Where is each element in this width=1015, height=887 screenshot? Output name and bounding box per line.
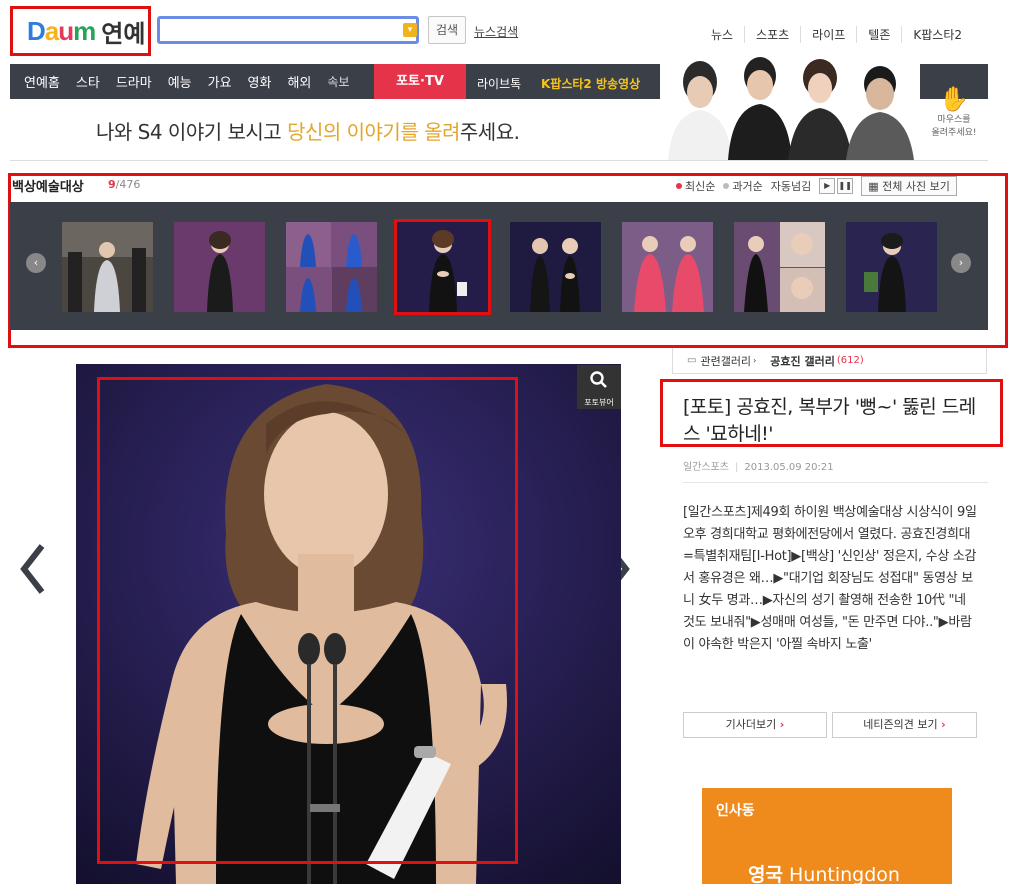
gallery-icon: ▭ — [687, 355, 697, 366]
magnifier-icon — [590, 371, 607, 388]
daum-logo[interactable]: Daum 연예 — [10, 6, 151, 56]
top-nav-life[interactable]: 라이프 — [800, 26, 856, 43]
read-more-button[interactable]: 기사더보기 › — [683, 712, 827, 738]
gallery-thumb-selected[interactable] — [394, 219, 491, 315]
top-nav-news[interactable]: 뉴스 — [700, 26, 744, 43]
strip-prev-arrow-icon[interactable]: ‹ — [26, 253, 46, 273]
sort-latest[interactable]: 최신순 — [676, 178, 715, 194]
article-summary: [일간스포츠]제49회 하이원 백상예술대상 시상식이 9일오후 경희대학교 평… — [683, 505, 977, 652]
gallery-controls: 최신순 과거순 자동넘김 ▶ ❚❚ ▦ 전체 사진 보기 — [676, 176, 957, 196]
active-dot-icon — [676, 183, 682, 189]
grid-icon: ▦ — [868, 180, 883, 193]
nav-music[interactable]: 가요 — [208, 72, 232, 91]
auto-play-label: 자동넘김 — [770, 180, 812, 193]
banner-people-image[interactable] — [660, 52, 920, 160]
gallery-thumb[interactable] — [846, 222, 937, 312]
comments-button[interactable]: 네티즌의견 보기 › — [832, 712, 977, 738]
search-button[interactable]: 검색 — [428, 16, 466, 44]
gallery-thumb[interactable] — [286, 222, 377, 312]
prev-photo-arrow-icon[interactable] — [18, 540, 48, 598]
play-icon[interactable]: ▶ — [819, 178, 836, 194]
photo-viewer-button[interactable]: 포토뷰어 — [577, 365, 621, 409]
pause-icon[interactable]: ❚❚ — [837, 178, 854, 194]
daum-wordmark: Daum — [27, 15, 96, 46]
related-gallery-link[interactable]: 공효진 갤러리 — [770, 353, 835, 369]
photo-highlight-box — [97, 377, 518, 864]
nav-star[interactable]: 스타 — [76, 72, 100, 91]
top-nav: 뉴스 스포츠 라이프 텔존 K팝스타2 — [700, 26, 973, 43]
section-title: 연예 — [101, 19, 146, 48]
film-strip — [10, 202, 988, 330]
nav-movie[interactable]: 영화 — [248, 72, 272, 91]
nav-overseas[interactable]: 해외 — [287, 72, 311, 91]
ad-banner[interactable]: 인사동 영국 Huntingdon — [702, 788, 952, 886]
gallery-title: 백상예술대상 — [12, 180, 84, 195]
top-nav-telzone[interactable]: 텔존 — [856, 26, 901, 43]
sort-past[interactable]: 과거순 — [723, 178, 763, 194]
news-search-link[interactable]: 뉴스검색 — [474, 23, 518, 40]
nav-live-talk[interactable]: 라이브톡 — [477, 75, 521, 92]
gallery-thumb[interactable] — [734, 222, 825, 312]
gallery-thumb[interactable] — [622, 222, 713, 312]
gallery-thumb[interactable] — [62, 222, 153, 312]
gallery-thumb[interactable] — [174, 222, 265, 312]
top-nav-kpopstar[interactable]: K팝스타2 — [901, 26, 973, 43]
nav-photo-tv[interactable]: 포토·TV — [374, 64, 466, 99]
nav-breaking[interactable]: 속보 — [327, 73, 349, 90]
search-input[interactable] — [157, 16, 419, 44]
related-gallery-count: (612) — [836, 355, 864, 366]
article-source: 일간스포츠 | 2013.05.09 20:21 — [683, 462, 834, 473]
view-all-photos-button[interactable]: ▦ 전체 사진 보기 — [861, 176, 957, 196]
divider — [683, 482, 988, 483]
chevron-right-icon: › — [753, 356, 757, 365]
strip-next-arrow-icon[interactable]: › — [951, 253, 971, 273]
top-nav-sports[interactable]: 스포츠 — [744, 26, 800, 43]
search-option-icon[interactable]: ▾ — [403, 23, 417, 37]
nav-variety[interactable]: 예능 — [168, 72, 192, 91]
gallery-counter: 9/476 — [108, 178, 141, 191]
article-date: 2013.05.09 20:21 — [744, 462, 834, 473]
nav-drama[interactable]: 드라마 — [116, 72, 152, 91]
related-gallery-bar: ▭ 관련갤러리 › 공효진 갤러리 (612) — [672, 348, 987, 374]
banner-text[interactable]: 나와 S4 이야기 보시고 당신의 이야기를 올려주세요. — [96, 116, 520, 145]
banner-hover-hint: ✋ 마우스를 올려주세요! — [931, 85, 977, 138]
hand-icon: ✋ — [939, 85, 969, 113]
nav-home[interactable]: 연예홈 — [24, 72, 60, 91]
divider — [10, 160, 988, 161]
nav-kpopstar-video[interactable]: K팝스타2 방송영상 — [541, 75, 640, 92]
gallery-thumb[interactable] — [510, 222, 601, 312]
article-headline: [포토] 공효진, 복부가 '뻥~' 뚫린 드레스 '묘하네!' — [683, 396, 976, 445]
inactive-dot-icon — [723, 183, 730, 189]
